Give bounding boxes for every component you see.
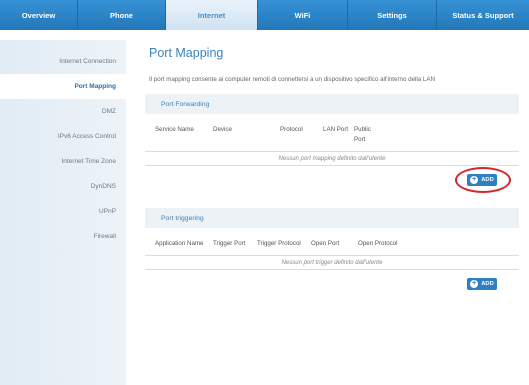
- column-header: Device: [213, 126, 232, 133]
- port-triggering-title: Port triggering: [161, 214, 204, 222]
- tab-internet[interactable]: Internet: [166, 0, 258, 30]
- port-forwarding-section-header: Port Forwarding: [145, 94, 519, 114]
- port-triggering-table-header: Application Name Trigger Port Trigger Pr…: [145, 239, 519, 249]
- port-triggering-section-header: Port triggering: [145, 208, 519, 228]
- plus-icon: +: [470, 280, 479, 288]
- port-forwarding-title: Port Forwarding: [161, 100, 210, 108]
- tab-overview[interactable]: Overview: [0, 0, 78, 30]
- sidebar-item-internet-time-zone[interactable]: Internet Time Zone: [0, 149, 126, 174]
- tab-wifi[interactable]: WiFi: [258, 0, 348, 30]
- column-header: Service Name: [155, 126, 194, 133]
- sidebar-item-firewall[interactable]: Firewall: [0, 224, 126, 249]
- add-button-label: ADD: [481, 177, 494, 183]
- tab-settings[interactable]: Settings: [348, 0, 437, 30]
- tab-status-support[interactable]: Status & Support: [437, 0, 529, 30]
- port-triggering-actions: + ADD: [145, 270, 519, 300]
- tab-phone[interactable]: Phone: [78, 0, 166, 30]
- port-forwarding-actions: + ADD: [145, 166, 519, 196]
- add-port-trigger-button[interactable]: + ADD: [467, 278, 497, 290]
- plus-icon: +: [470, 176, 479, 184]
- sidebar-item-upnp[interactable]: UPnP: [0, 199, 126, 224]
- column-header: Protocol: [280, 126, 303, 133]
- page-title: Port Mapping: [149, 46, 224, 60]
- column-header: Public Port: [354, 126, 371, 143]
- add-button-label: ADD: [481, 281, 494, 287]
- column-header: Trigger Protocol: [257, 240, 301, 247]
- column-header: Open Protocol: [358, 240, 398, 247]
- page-description: Il port mapping consente ai computer rem…: [149, 76, 435, 83]
- sidebar-item-dmz[interactable]: DMZ: [0, 99, 126, 124]
- port-forwarding-table-header: Service Name Device Protocol LAN Port Pu…: [145, 125, 519, 145]
- column-header: Open Port: [311, 240, 340, 247]
- port-forwarding-empty-row: Nessun port mapping definito dall'utente: [145, 151, 519, 166]
- sidebar-item-dyndns[interactable]: DynDNS: [0, 174, 126, 199]
- column-header: Application Name: [155, 240, 204, 247]
- top-navigation: Overview Phone Internet WiFi Settings St…: [0, 0, 529, 30]
- empty-message: Nessun port trigger definito dall'utente: [281, 259, 383, 266]
- column-header: Trigger Port: [213, 240, 246, 247]
- empty-message: Nessun port mapping definito dall'utente: [278, 155, 386, 162]
- sidebar: Internet Connection Port Mapping DMZ IPv…: [0, 40, 126, 385]
- add-port-forwarding-button[interactable]: + ADD: [467, 174, 497, 186]
- sidebar-item-port-mapping[interactable]: Port Mapping: [0, 74, 126, 99]
- main-content: Port Mapping Il port mapping consente ai…: [145, 40, 519, 300]
- sidebar-item-internet-connection[interactable]: Internet Connection: [0, 49, 126, 74]
- column-header: LAN Port: [323, 126, 349, 133]
- port-triggering-empty-row: Nessun port trigger definito dall'utente: [145, 255, 519, 270]
- sidebar-item-ipv6-access-control[interactable]: IPv6 Access Control: [0, 124, 126, 149]
